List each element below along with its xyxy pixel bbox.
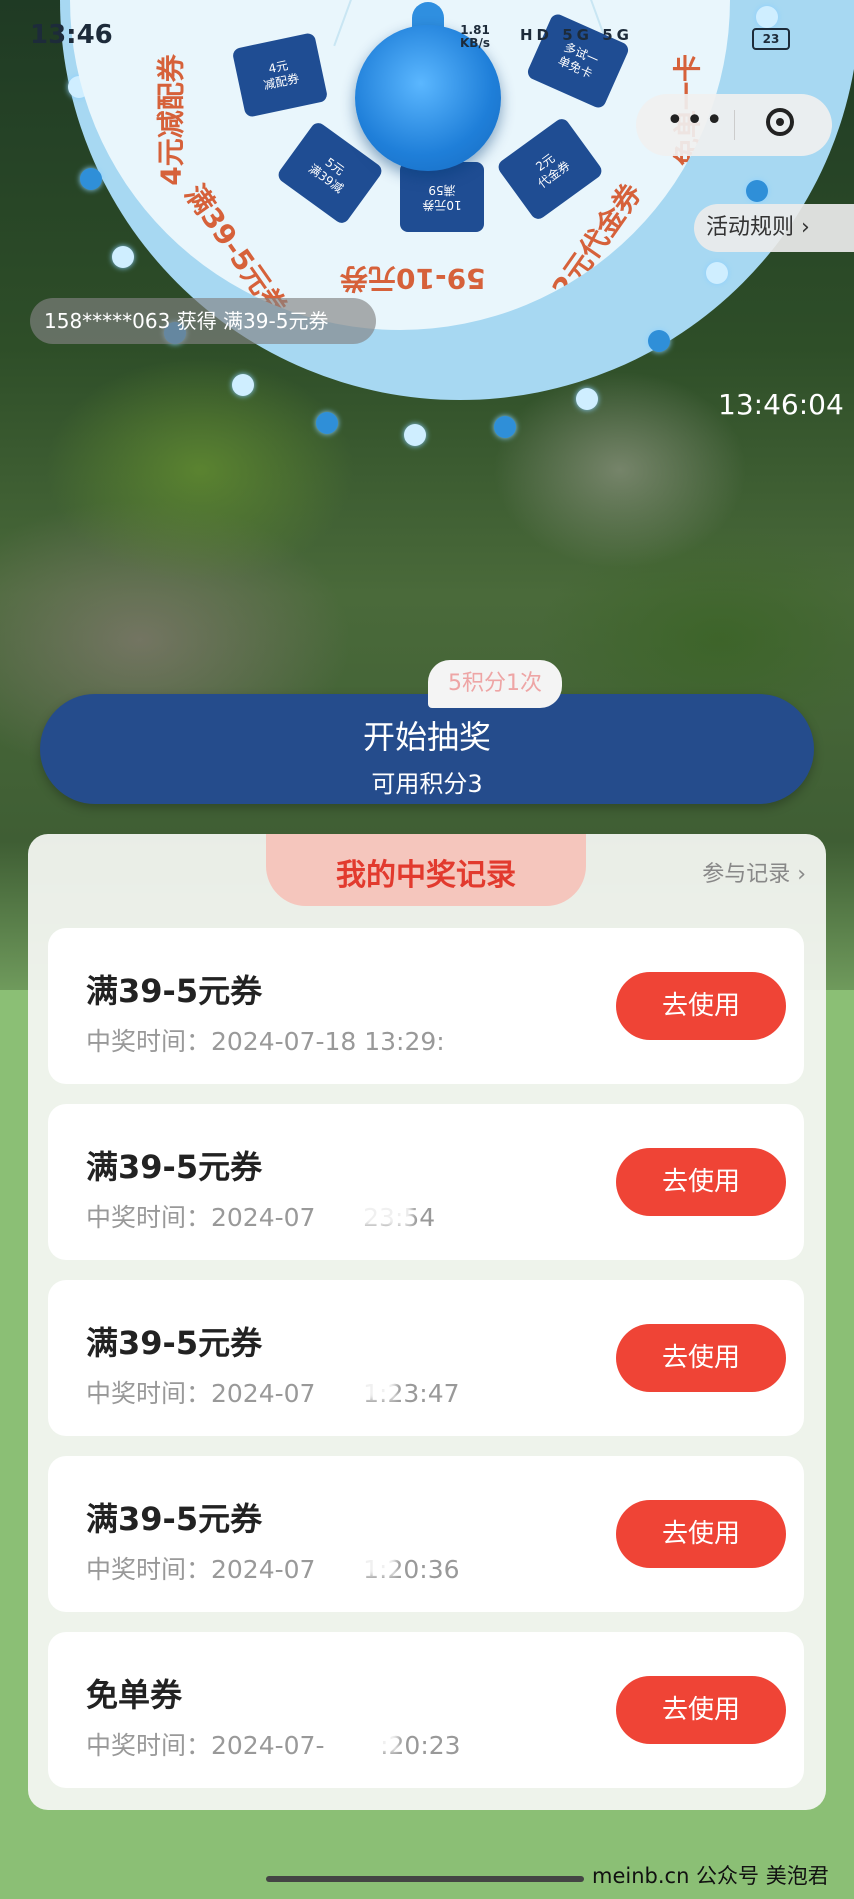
wheel-light-dot: [80, 168, 102, 190]
wheel-light-dot: [494, 416, 516, 438]
start-draw-button[interactable]: 开始抽奖 可用积分3: [40, 694, 814, 804]
draw-cost-badge: 5积分1次: [428, 660, 562, 708]
signal-icons: HD 5G 5G: [520, 26, 633, 44]
start-draw-label: 开始抽奖: [362, 718, 491, 756]
use-coupon-button[interactable]: 去使用: [616, 1676, 786, 1744]
capsule-divider: [734, 110, 735, 140]
clock-display: 13:46:04: [718, 388, 844, 421]
record-item: 满39-5元券 中奖时间：2024-07 23:54 去使用: [48, 1104, 804, 1260]
wheel-light-dot: [404, 424, 426, 446]
prize-coupon-icon: 10元券 满59: [400, 162, 484, 232]
network-speed: 1.81 KB/s: [460, 24, 490, 50]
record-win-time: 中奖时间：2024-07 1:23:47: [86, 1379, 460, 1408]
prize-records-panel: 我的中奖记录 参与记录 › 满39-5元券 中奖时间：2024-07-18 13…: [28, 834, 826, 1810]
miniprogram-capsule: •••: [636, 94, 832, 156]
record-win-time: 中奖时间：2024-07- :20:23: [86, 1731, 461, 1760]
record-prize-name: 满39-5元券: [86, 1500, 263, 1538]
record-prize-name: 免单券: [86, 1676, 183, 1714]
record-win-time: 中奖时间：2024-07 1:20:36: [86, 1555, 460, 1584]
home-indicator: [266, 1876, 584, 1882]
prize-label: 4元减配券: [154, 54, 188, 186]
wheel-light-dot: [706, 262, 728, 284]
record-item: 满39-5元券 中奖时间：2024-07 1:23:47 去使用: [48, 1280, 804, 1436]
use-coupon-button[interactable]: 去使用: [616, 972, 786, 1040]
redaction-blur: [448, 1018, 484, 1050]
use-coupon-button[interactable]: 去使用: [616, 1148, 786, 1216]
participation-records-link[interactable]: 参与记录 ›: [702, 856, 806, 888]
wheel-light-dot: [576, 388, 598, 410]
prize-coupon-icon: 2元 代金券: [495, 115, 605, 223]
prize-label: 59-10元券: [340, 262, 486, 295]
wheel-light-dot: [316, 412, 338, 434]
redaction-blur: [326, 1370, 396, 1400]
wheel-light-dot: [112, 246, 134, 268]
battery-icon: 23: [752, 28, 790, 50]
panel-title: 我的中奖记录: [336, 858, 516, 893]
record-prize-name: 满39-5元券: [86, 1324, 263, 1362]
close-target-icon[interactable]: [766, 108, 794, 136]
network-speed-value: 1.81: [460, 23, 490, 37]
record-item: 免单券 中奖时间：2024-07- :20:23 去使用: [48, 1632, 804, 1788]
redaction-blur: [326, 1196, 412, 1226]
activity-rules-button[interactable]: 活动规则 ›: [694, 204, 854, 252]
wheel-light-dot: [746, 180, 768, 202]
record-prize-name: 满39-5元券: [86, 1148, 263, 1186]
record-item: 满39-5元券 中奖时间：2024-07 1:20:36 去使用: [48, 1456, 804, 1612]
wheel-light-dot: [232, 374, 254, 396]
redaction-blur: [334, 1546, 396, 1576]
record-win-time: 中奖时间：2024-07-18 13:29:: [86, 1027, 445, 1056]
record-prize-name: 满39-5元券: [86, 972, 263, 1010]
status-time: 13:46: [30, 20, 113, 50]
available-points: 可用积分3: [371, 770, 483, 798]
use-coupon-button[interactable]: 去使用: [616, 1324, 786, 1392]
more-icon[interactable]: •••: [666, 106, 725, 136]
record-item: 满39-5元券 中奖时间：2024-07-18 13:29: 去使用: [48, 928, 804, 1084]
use-coupon-button[interactable]: 去使用: [616, 1500, 786, 1568]
winner-ticker: 158*****063 获得 满39-5元券: [30, 298, 376, 344]
status-bar: 13:46 1.81 KB/s HD 5G 5G 23: [0, 20, 854, 60]
network-speed-unit: KB/s: [460, 36, 490, 50]
wheel-light-dot: [648, 330, 670, 352]
watermark: meinb.cn 公众号 美泡君: [592, 1864, 829, 1888]
redaction-blur: [334, 1722, 398, 1752]
